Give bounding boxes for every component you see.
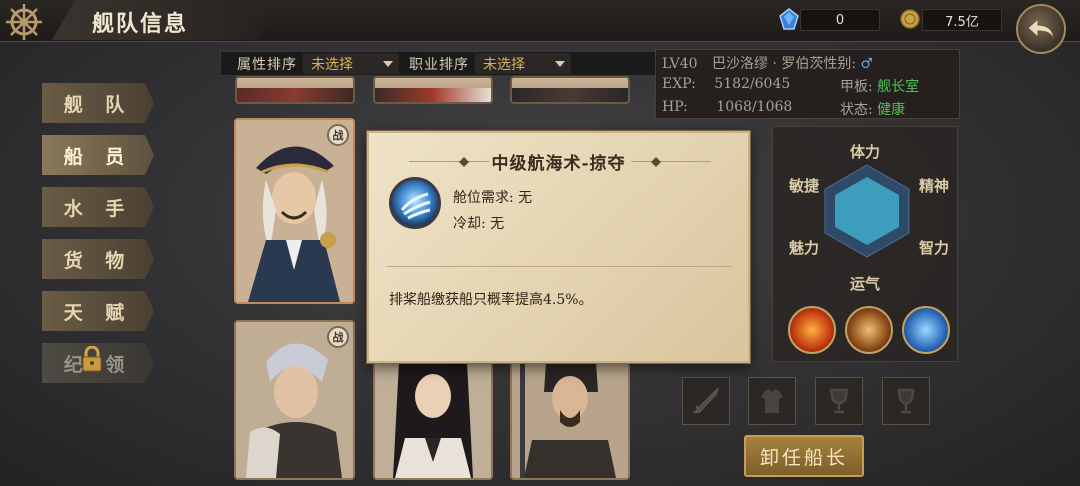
crew-card[interactable] bbox=[235, 76, 355, 104]
tooltip-title: 中级航海术-掠夺 bbox=[491, 154, 626, 174]
sail-skill-icon[interactable] bbox=[845, 306, 893, 354]
sort-bar: 属性排序 未选择 职业排序 未选择 bbox=[220, 51, 656, 76]
nav-sailors[interactable]: 水 手 bbox=[42, 187, 154, 227]
armor-slot-icon bbox=[761, 389, 783, 413]
tooltip-divider bbox=[387, 266, 732, 267]
crew-card[interactable] bbox=[373, 76, 493, 104]
stat-intellect: 智力 bbox=[919, 239, 950, 257]
blue-claw-skill-icon bbox=[389, 177, 441, 229]
nav-talent[interactable]: 天 赋 bbox=[42, 291, 154, 331]
fire-skill-icon[interactable] bbox=[788, 306, 836, 354]
status-value: 健康 bbox=[877, 102, 906, 118]
gender-label: 性别: bbox=[823, 56, 857, 72]
cooldown-value: 无 bbox=[490, 216, 505, 232]
nav-fleet[interactable]: 舰 队 bbox=[42, 83, 154, 123]
crew-card[interactable] bbox=[510, 360, 630, 480]
nav-crew[interactable]: 船 员 bbox=[42, 135, 154, 175]
job-sort-dropdown[interactable]: 未选择 bbox=[475, 53, 571, 74]
attr-sort-dropdown[interactable]: 未选择 bbox=[303, 53, 399, 74]
blue-claw-skill-icon[interactable] bbox=[902, 306, 950, 354]
crew-card-selected[interactable]: 战 bbox=[234, 118, 355, 304]
crew-portrait bbox=[512, 362, 628, 478]
stat-agility: 敏捷 bbox=[789, 177, 820, 195]
crew-portrait bbox=[375, 362, 491, 478]
captain-info-panel: LV40 巴沙洛缪 · 罗伯茨性别: ♂ EXP: 5182/6045 HP: … bbox=[655, 49, 960, 119]
ship-wheel-icon[interactable] bbox=[4, 2, 44, 42]
exp-value: 5182/6045 bbox=[714, 76, 791, 92]
top-bar: 舰队信息 0 7.5亿 bbox=[0, 0, 1080, 54]
cup-slot-icon bbox=[829, 388, 849, 414]
crew-card[interactable] bbox=[373, 360, 493, 480]
stat-charm: 魅力 bbox=[789, 239, 820, 257]
gender-male-icon: ♂ bbox=[860, 56, 874, 72]
hp-label: HP: bbox=[662, 99, 688, 115]
equip-slot-weapon[interactable] bbox=[682, 377, 730, 425]
skill-tooltip: 中级航海术-掠夺 舱位需求: 无 冷却: 无 排桨船缴获船只概率提高4.5%。 bbox=[367, 131, 750, 363]
chevron-down-icon bbox=[383, 61, 393, 67]
battle-badge: 战 bbox=[327, 326, 349, 348]
cooldown-label: 冷却: bbox=[453, 216, 486, 232]
exp-label: EXP: bbox=[662, 76, 696, 92]
status-label: 状态: bbox=[840, 102, 873, 118]
equip-slot-goblet[interactable] bbox=[882, 377, 930, 425]
cabin-req-label: 舱位需求: bbox=[453, 190, 514, 206]
hp-value: 1068/1068 bbox=[716, 99, 793, 115]
lock-icon bbox=[82, 346, 102, 372]
job-sort-value: 未选择 bbox=[483, 56, 525, 73]
crew-card[interactable] bbox=[510, 76, 630, 104]
gold-coin-icon bbox=[900, 9, 920, 29]
attr-sort-label: 属性排序 bbox=[237, 56, 297, 73]
stat-radar-chart bbox=[824, 164, 910, 258]
job-sort-label: 职业排序 bbox=[409, 56, 469, 73]
captain-name: 巴沙洛缪 · 罗伯茨 bbox=[712, 56, 824, 72]
back-button[interactable] bbox=[1016, 4, 1066, 54]
deck-value: 舰长室 bbox=[877, 79, 920, 95]
captain-portrait bbox=[236, 120, 353, 302]
stat-stamina: 体力 bbox=[850, 143, 881, 161]
tooltip-description: 排桨船缴获船只概率提高4.5%。 bbox=[389, 292, 593, 308]
dismiss-captain-button[interactable]: 卸任船长 bbox=[744, 435, 864, 477]
back-arrow-icon bbox=[1027, 17, 1055, 40]
cabin-req-value: 无 bbox=[518, 190, 533, 206]
deck-label: 甲板: bbox=[840, 79, 873, 95]
crew-card[interactable]: 战 bbox=[234, 320, 355, 480]
page-title: 舰队信息 bbox=[92, 11, 189, 37]
blue-gem-icon bbox=[779, 8, 799, 30]
battle-badge: 战 bbox=[327, 124, 349, 146]
equip-slot-cup[interactable] bbox=[815, 377, 863, 425]
stat-luck: 运气 bbox=[850, 275, 881, 293]
stat-spirit: 精神 bbox=[919, 177, 950, 195]
goblet-slot-icon bbox=[897, 388, 915, 414]
gem-count: 0 bbox=[800, 9, 880, 31]
gold-count: 7.5亿 bbox=[922, 9, 1002, 31]
equip-slot-armor[interactable] bbox=[748, 377, 796, 425]
sword-slot-icon bbox=[692, 386, 719, 413]
attr-sort-value: 未选择 bbox=[311, 56, 353, 73]
captain-level: LV40 bbox=[662, 56, 698, 72]
nav-cargo[interactable]: 货 物 bbox=[42, 239, 154, 279]
chevron-down-icon bbox=[555, 61, 565, 67]
claw-glyph-icon bbox=[400, 192, 431, 220]
